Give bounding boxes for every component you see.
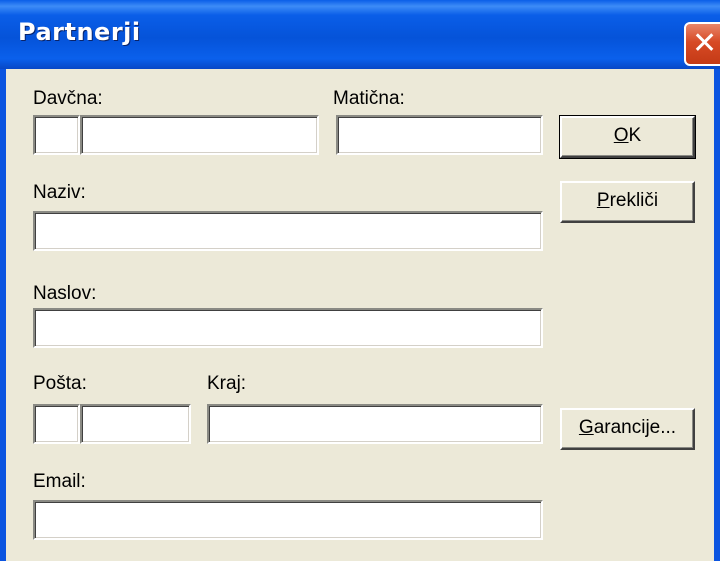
kraj-label: Kraj: [207, 373, 247, 394]
davcna-field[interactable] [80, 115, 319, 155]
posta-prefix-field[interactable] [33, 404, 80, 444]
naslov-label: Naslov: [33, 283, 97, 304]
davcna-label: Davčna: [33, 88, 103, 109]
partnerji-dialog: Partnerji ✕ Davčna: Matična: Naziv: Nasl… [0, 0, 720, 561]
window-title: Partnerji [18, 18, 141, 46]
preklici-accesskey: P [596, 190, 610, 211]
preklici-label: rekliči [609, 190, 659, 211]
ok-label: K [628, 125, 642, 146]
ok-button[interactable]: OK [559, 115, 696, 159]
title-bar[interactable]: Partnerji ✕ [0, 0, 720, 69]
posta-label: Pošta: [33, 373, 87, 394]
kraj-field[interactable] [207, 404, 543, 444]
naziv-label: Naziv: [33, 182, 86, 203]
email-field[interactable] [33, 500, 543, 540]
close-button[interactable]: ✕ [684, 22, 720, 66]
garancije-accesskey: G [578, 417, 594, 438]
davcna-prefix-field[interactable] [33, 115, 80, 155]
maticna-field[interactable] [336, 115, 543, 155]
email-label: Email: [33, 471, 86, 492]
posta-field[interactable] [80, 404, 191, 444]
garancije-label: arancije... [593, 417, 677, 438]
window-frame-right [714, 69, 720, 561]
maticna-label: Matična: [333, 88, 405, 109]
ok-accesskey: O [613, 125, 629, 146]
cancel-button[interactable]: Prekliči [560, 181, 695, 223]
garancije-button[interactable]: Garancije... [560, 408, 695, 450]
naziv-field[interactable] [33, 211, 543, 251]
close-icon: ✕ [692, 26, 718, 61]
window-frame-left [0, 69, 6, 561]
naslov-field[interactable] [33, 308, 543, 348]
